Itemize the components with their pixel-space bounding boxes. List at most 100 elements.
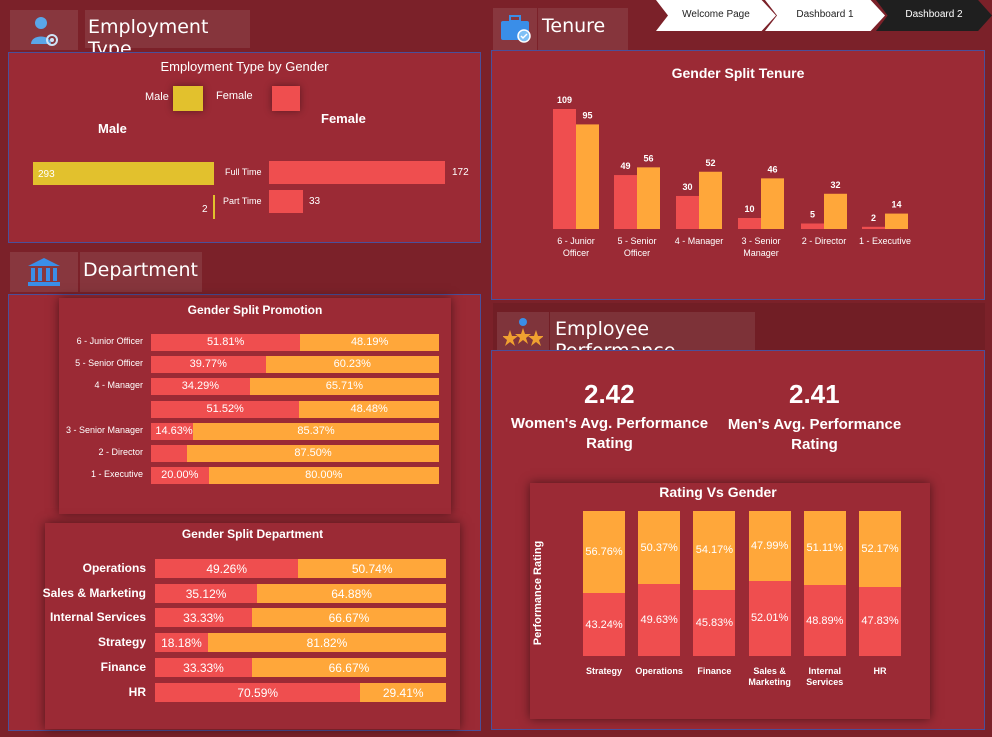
rating-category-label: Sales & (753, 666, 786, 676)
tenure-value-female: 109 (557, 95, 572, 105)
department-row-label: Strategy (97, 635, 146, 650)
promotion-pct-female: 51.81% (206, 336, 245, 348)
tenure-bar-male (699, 171, 722, 229)
bar-male-part-time-value: 2 (202, 204, 208, 215)
tenure-bar-female (862, 226, 885, 229)
rating-category-label: Services (806, 677, 844, 687)
bar-male-part-time (213, 195, 215, 219)
rating-category-label: Internal (808, 666, 842, 676)
tenure-value-male: 46 (767, 164, 777, 174)
department-pct-female: 35.12% (185, 586, 227, 601)
rating-pct-female: 45.83% (695, 616, 734, 629)
nav-dashboard-1[interactable]: Dashboard 1 (765, 0, 885, 31)
rating-pct-male: 51.11% (806, 542, 844, 555)
employment-chart-title: Employment Type by Gender (160, 59, 329, 74)
promotion-pct-female: 14.63% (155, 424, 193, 437)
employment-icon-box (10, 10, 78, 50)
department-row-label: Internal Services (49, 610, 146, 625)
department-chart-title: Gender Split Department (181, 527, 324, 541)
tenure-category-label: Manager (743, 248, 779, 258)
row-label-part-time: Part Time (223, 196, 262, 206)
bar-male-full-time (33, 162, 214, 185)
department-pct-female: 70.59% (237, 685, 279, 700)
rating-category-label: Marketing (748, 677, 791, 687)
nav-dashboard-2-label: Dashboard 2 (905, 9, 963, 20)
promotion-pct-male: 48.48% (350, 402, 388, 415)
department-header: Department (80, 252, 202, 292)
tenure-category-label: 6 - Junior (557, 236, 595, 246)
department-pct-male: 81.82% (306, 636, 348, 651)
department-pct-male: 66.67% (328, 660, 370, 675)
tenure-value-male: 14 (891, 200, 901, 210)
bar-female-part-time (269, 190, 303, 213)
department-row-label: Finance (100, 659, 146, 674)
tenure-bar-male (761, 178, 784, 229)
tenure-value-female: 5 (810, 209, 815, 219)
bank-building-icon (28, 258, 60, 286)
column-male-header: Male (98, 121, 127, 136)
rating-pct-male: 54.17% (695, 544, 734, 557)
tenure-category-label: 4 - Manager (675, 236, 724, 246)
promotion-row-label: 6 - Junior Officer (76, 336, 143, 346)
promotion-pct-male: 65.71% (325, 380, 364, 393)
department-pct-female: 18.18% (161, 636, 202, 651)
nav-welcome-page[interactable]: Welcome Page (656, 0, 776, 31)
tenure-category-label: 5 - Senior (617, 236, 656, 246)
women-avg-rating-label-2: Rating (586, 435, 633, 452)
nav-dashboard-2[interactable]: Dashboard 2 (876, 0, 992, 31)
tenure-header: Tenure (538, 8, 628, 50)
promotion-row-label: 1 - Executive (90, 469, 143, 480)
department-header-title: Department (83, 259, 198, 281)
employment-panel: Employment Type by Gender Male Female Ma… (8, 52, 481, 243)
tenure-bar-male (885, 213, 908, 229)
performance-header: Employee Performance (550, 312, 755, 362)
rating-pct-female: 43.24% (585, 618, 623, 631)
promotion-row-label: 4 - Manager (94, 380, 143, 391)
rating-pct-male: 50.37% (640, 541, 678, 554)
rating-vs-gender-title: Rating Vs Gender (659, 484, 777, 500)
rating-category-label: HR (873, 666, 887, 676)
row-label-full-time: Full Time (225, 167, 262, 177)
tenure-value-male: 32 (830, 180, 840, 190)
tenure-category-label: Officer (624, 248, 650, 258)
briefcase-icon (501, 15, 531, 43)
department-row-label: Operations (82, 561, 146, 575)
men-avg-rating-value: 2.41 (789, 379, 840, 409)
rating-pct-female: 47.83% (861, 615, 899, 628)
nav-dashboard-1-label: Dashboard 1 (796, 9, 854, 20)
tenure-value-male: 52 (705, 158, 715, 168)
tenure-value-male: 56 (643, 153, 653, 163)
rating-pct-male: 56.76% (585, 546, 623, 559)
department-row-label: HR (128, 684, 146, 699)
promotion-pct-male: 80.00% (305, 469, 343, 482)
tenure-value-female: 10 (744, 204, 754, 214)
nav-bar: Welcome Page Dashboard 1 Dashboard 2 (650, 0, 992, 31)
women-avg-rating-value: 2.42 (584, 379, 635, 409)
promotion-pct-female: 34.29% (181, 380, 220, 393)
tenure-bar-male (637, 167, 660, 229)
legend-female-swatch (272, 86, 300, 111)
bar-female-part-time-value: 33 (309, 196, 321, 207)
men-avg-rating-label-1: Men's Avg. Performance (727, 416, 902, 433)
employment-header: Employment Type (85, 10, 250, 60)
tenure-chart: 109 95 6 - Junior Officer 49 56 5 - Senior Offi… (553, 95, 911, 258)
legend-female-label: Female (216, 90, 253, 102)
rating-category-label: Finance (697, 666, 732, 676)
bar-male-full-time-value: 293 (38, 169, 55, 180)
tenure-icon-box (493, 8, 537, 50)
tenure-bar-male (824, 193, 847, 229)
tenure-category-label: Officer (563, 248, 589, 258)
men-avg-rating-label-2: Rating (791, 436, 838, 453)
tenure-category-label: 3 - Senior (741, 236, 780, 246)
department-icon-box (10, 252, 78, 292)
rating-pct-male: 47.99% (750, 539, 789, 552)
tenure-category-label: 1 - Executive (859, 236, 911, 246)
rating-pct-female: 49.63% (640, 614, 678, 627)
women-avg-rating-label-1: Women's Avg. Performance (510, 415, 709, 432)
tenure-bar-female (553, 109, 576, 229)
rating-pct-female: 52.01% (750, 612, 789, 625)
department-pct-female: 33.33% (183, 611, 224, 626)
bar-female-full-time-value: 172 (452, 167, 469, 178)
column-female-header: Female (321, 111, 366, 126)
department-pct-male: 66.67% (328, 611, 370, 626)
